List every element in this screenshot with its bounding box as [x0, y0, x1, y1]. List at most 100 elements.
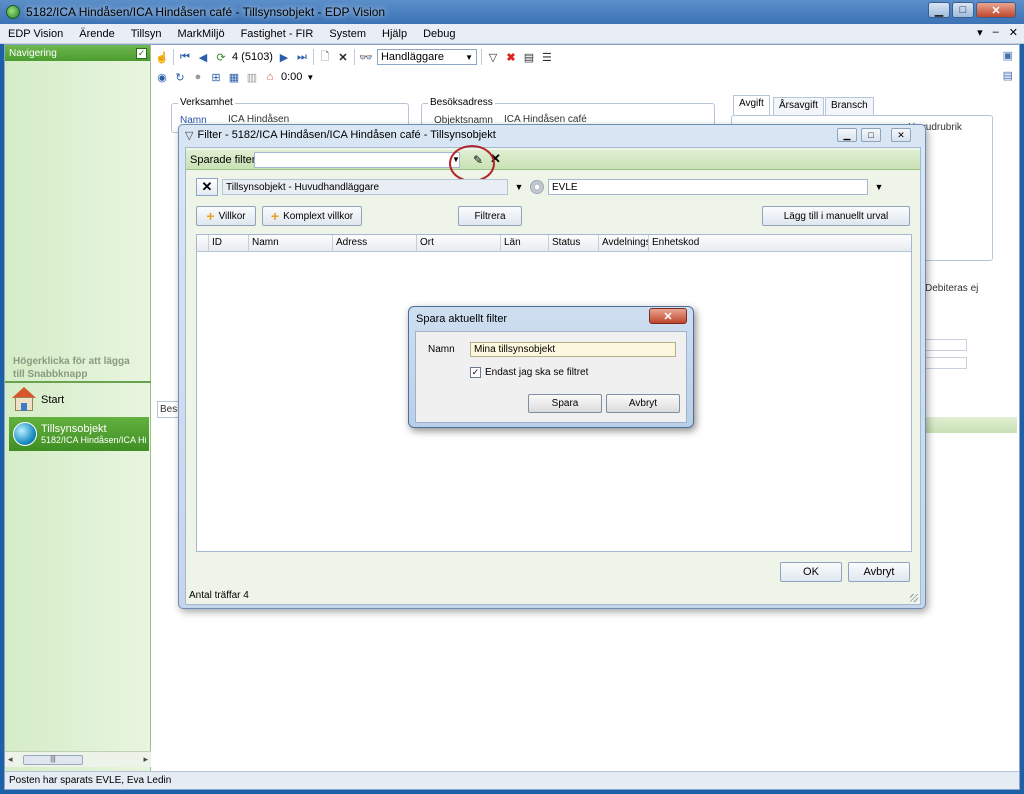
- close-window-button[interactable]: ✕: [976, 2, 1016, 18]
- save-namn-input[interactable]: Mina tillsynsobjekt: [470, 342, 676, 357]
- nav-item-tillsynsobjekt[interactable]: Tillsynsobjekt 5182/ICA Hindåsen/ICA Hin…: [9, 417, 149, 451]
- grid-col-status[interactable]: Status: [549, 235, 599, 251]
- menu-markmiljo[interactable]: MarkMiljö: [170, 28, 233, 40]
- calculator-icon[interactable]: ▦: [227, 70, 241, 84]
- first-record-icon[interactable]: ⏮: [178, 50, 192, 64]
- window-options-icon[interactable]: ▣: [1003, 49, 1013, 62]
- scroll-thumb[interactable]: |||: [23, 755, 83, 765]
- nav-header-label: Navigering: [9, 47, 57, 59]
- grid-col-ort[interactable]: Ort: [417, 235, 501, 251]
- bg-field-2[interactable]: [925, 357, 967, 369]
- nav-divider: [5, 381, 151, 383]
- nav-pin-checkbox[interactable]: ✓: [136, 47, 147, 59]
- spara-button[interactable]: Spara: [528, 394, 602, 413]
- clear-filter-icon[interactable]: ✖: [504, 50, 518, 64]
- time-dropdown-icon[interactable]: ▼: [306, 73, 314, 82]
- grid-col-enhetskod[interactable]: Enhetskod: [649, 235, 719, 251]
- menu-arende[interactable]: Ärende: [71, 28, 122, 40]
- mdi-minimize-icon[interactable]: –: [993, 26, 999, 39]
- previous-record-icon[interactable]: ◀: [196, 50, 210, 64]
- save-filter-close-button[interactable]: ✕: [649, 308, 687, 324]
- plus-icon: +: [206, 208, 215, 224]
- last-record-icon[interactable]: ⏭: [295, 50, 309, 64]
- next-record-icon[interactable]: ▶: [277, 50, 291, 64]
- delete-icon[interactable]: ✕: [336, 50, 350, 64]
- panel-options-icon[interactable]: ▤: [1003, 69, 1013, 82]
- field-dropdown-icon[interactable]: ▼: [512, 179, 526, 195]
- tree-icon[interactable]: ⊞: [209, 70, 223, 84]
- menu-hjalp[interactable]: Hjälp: [374, 28, 415, 40]
- filter-close-button[interactable]: ✕: [891, 128, 911, 142]
- lagg-till-button[interactable]: Lägg till i manuellt urval: [762, 206, 910, 226]
- lagg-till-label: Lägg till i manuellt urval: [783, 210, 889, 222]
- mdi-dropdown-icon[interactable]: ▾: [977, 26, 983, 39]
- sync-icon[interactable]: ↻: [173, 70, 187, 84]
- operator-gear-icon[interactable]: [530, 180, 544, 194]
- filter-maximize-button[interactable]: □: [861, 128, 881, 142]
- scroll-left-icon[interactable]: ◂: [8, 754, 13, 765]
- maximize-button[interactable]: □: [952, 2, 974, 18]
- grid-col-namn[interactable]: Namn: [249, 235, 333, 251]
- value-dropdown-icon[interactable]: ▼: [872, 179, 886, 195]
- tab-avgift[interactable]: Avgift: [733, 95, 770, 115]
- filter-funnel-icon: ▽: [185, 129, 194, 142]
- ok-button[interactable]: OK: [780, 562, 842, 582]
- report-icon[interactable]: ▤: [522, 50, 536, 64]
- checkbox-check-icon[interactable]: ✓: [470, 367, 481, 378]
- filter-icon[interactable]: ▽: [486, 50, 500, 64]
- back-icon[interactable]: ◉: [155, 70, 169, 84]
- refresh-icon[interactable]: ⟳: [214, 50, 228, 64]
- filter-avbryt-button[interactable]: Avbryt: [848, 562, 910, 582]
- field-combo[interactable]: Tillsynsobjekt - Huvudhandläggare: [222, 179, 508, 195]
- menu-debug[interactable]: Debug: [415, 28, 463, 40]
- bg-green-strip: [925, 417, 1017, 433]
- print-icon[interactable]: ▥: [245, 70, 259, 84]
- house-icon[interactable]: ⌂: [263, 70, 277, 84]
- grid-col-avdelning[interactable]: Avdelnings: [599, 235, 649, 251]
- komplext-label: Komplext villkor: [283, 210, 354, 222]
- save-filter-dialog: Spara aktuellt filter ✕ Namn Mina tillsy…: [408, 306, 694, 428]
- remove-condition-button[interactable]: ✕: [196, 178, 218, 196]
- filter-minimize-button[interactable]: ▁: [837, 128, 857, 142]
- handlaggare-combo[interactable]: Handläggare ▼: [376, 49, 477, 65]
- bg-field-1[interactable]: [925, 339, 967, 351]
- list-icon[interactable]: ☰: [540, 50, 554, 64]
- grid-col-adress[interactable]: Adress: [333, 235, 417, 251]
- navigation-panel: Navigering ✓ Högerklicka för att lägga t…: [5, 45, 151, 771]
- nav-horizontal-scrollbar[interactable]: ◂ ||| ▸: [5, 751, 151, 767]
- tab-arsavgift[interactable]: Årsavgift: [773, 97, 824, 115]
- save-namn-label: Namn: [428, 344, 455, 355]
- toolbar-secondary: ◉ ↻ ● ⊞ ▦ ▥ ⌂ 0:00 ▼: [155, 67, 314, 87]
- filter-value-text: EVLE: [552, 181, 578, 193]
- scroll-right-icon[interactable]: ▸: [143, 754, 148, 765]
- spara-avbryt-button[interactable]: Avbryt: [606, 394, 680, 413]
- mdi-close-icon[interactable]: ✕: [1009, 26, 1018, 39]
- menu-tillsyn[interactable]: Tillsyn: [123, 28, 170, 40]
- status-icon[interactable]: ●: [191, 70, 205, 84]
- saved-filters-combo[interactable]: [254, 152, 460, 168]
- grid-col-select[interactable]: [197, 235, 209, 251]
- saved-filters-label: Sparade filter: [190, 153, 256, 166]
- resize-grip[interactable]: [910, 594, 918, 602]
- minimize-button[interactable]: ▁: [928, 2, 950, 18]
- villkor-button[interactable]: + Villkor: [196, 206, 256, 226]
- saved-filters-bar: Sparade filter ▼ ✎ ✕: [186, 145, 920, 182]
- pointer-icon[interactable]: ☝: [155, 50, 169, 64]
- new-document-icon[interactable]: 🗋: [318, 50, 332, 64]
- komplext-villkor-button[interactable]: + Komplext villkor: [262, 206, 362, 226]
- menu-system[interactable]: System: [321, 28, 374, 40]
- nav-item-start[interactable]: Start: [11, 387, 64, 413]
- grid-col-lan[interactable]: Län: [501, 235, 549, 251]
- nav-active-title: Tillsynsobjekt: [41, 423, 107, 435]
- filtrera-button[interactable]: Filtrera: [458, 206, 522, 226]
- nav-start-label: Start: [41, 394, 65, 406]
- grid-col-id[interactable]: ID: [209, 235, 249, 251]
- private-filter-checkbox[interactable]: ✓ Endast jag ska se filtret: [470, 367, 588, 378]
- binoculars-icon[interactable]: 👓: [359, 50, 373, 64]
- menu-edp-vision[interactable]: EDP Vision: [0, 28, 71, 40]
- tab-bransch[interactable]: Bransch: [825, 97, 874, 115]
- filtrera-label: Filtrera: [474, 210, 506, 222]
- filter-value-input[interactable]: EVLE: [548, 179, 868, 195]
- nav-active-subtitle: 5182/ICA Hindåsen/ICA Hindåsen café: [41, 435, 147, 445]
- menu-fastighet-fir[interactable]: Fastighet - FIR: [233, 28, 322, 40]
